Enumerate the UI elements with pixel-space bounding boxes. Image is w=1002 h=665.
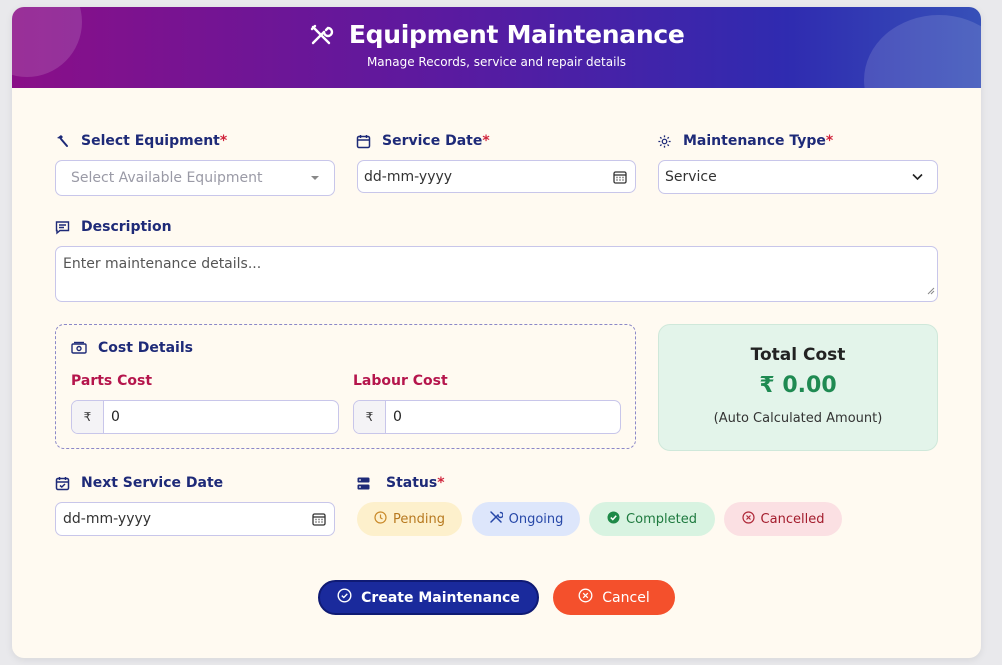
status-ongoing-label: Ongoing <box>508 511 564 527</box>
labour-cost-label: Labour Cost <box>353 373 448 389</box>
description-label-text: Description <box>81 219 172 235</box>
maintenance-form-card: Equipment Maintenance Manage Records, se… <box>12 7 981 658</box>
service-date-label: Service Date * <box>356 133 490 149</box>
page-title: Equipment Maintenance <box>12 20 981 49</box>
cost-details-title-text: Cost Details <box>98 340 193 356</box>
parts-cost-label: Parts Cost <box>71 373 153 389</box>
status-ongoing[interactable]: Ongoing <box>472 502 580 536</box>
required-mark: * <box>437 475 445 491</box>
status-completed[interactable]: Completed <box>589 502 715 536</box>
page-title-text: Equipment Maintenance <box>348 20 685 49</box>
hammer-icon <box>55 134 73 148</box>
next-service-date-input[interactable]: dd-mm-yyyy <box>55 502 335 536</box>
cancel-button[interactable]: Cancel <box>553 580 675 615</box>
equipment-select[interactable]: Select Available Equipment <box>55 160 335 196</box>
required-mark: * <box>219 133 228 149</box>
labour-cost-value: 0 <box>393 409 402 425</box>
currency-prefix: ₹ <box>354 401 386 433</box>
next-service-date-label: Next Service Date <box>55 475 223 491</box>
description-placeholder: Enter maintenance details... <box>63 256 262 272</box>
status-label-text: Status <box>386 475 438 491</box>
description-label: Description <box>55 219 172 235</box>
calendar-picker-icon[interactable] <box>312 512 326 526</box>
x-circle-icon <box>741 510 755 528</box>
next-service-date-label-text: Next Service Date <box>81 475 224 491</box>
calendar-icon <box>356 134 374 149</box>
caret-down-icon <box>310 175 320 181</box>
check-circle-icon <box>607 511 620 528</box>
cancel-label: Cancel <box>602 589 650 606</box>
total-cost-value: ₹ 0.00 <box>759 373 837 398</box>
maintenance-type-label: Maintenance Type * <box>657 133 833 149</box>
service-date-input[interactable]: dd-mm-yyyy <box>357 160 636 193</box>
required-mark: * <box>482 133 490 149</box>
calendar-picker-icon[interactable] <box>613 170 627 184</box>
total-cost-note: (Auto Calculated Amount) <box>713 411 883 426</box>
maintenance-type-select[interactable]: Service <box>658 160 938 194</box>
status-label: Status * <box>357 475 445 491</box>
cash-icon <box>71 341 89 355</box>
calendar-check-icon <box>55 476 73 491</box>
create-maintenance-button[interactable]: Create Maintenance <box>318 580 539 615</box>
total-cost-panel: Total Cost ₹ 0.00 (Auto Calculated Amoun… <box>658 324 938 451</box>
status-pending-label: Pending <box>393 511 445 527</box>
status-pending[interactable]: Pending <box>357 502 462 536</box>
clock-icon <box>374 510 387 528</box>
maintenance-type-value: Service <box>665 169 717 185</box>
form-header: Equipment Maintenance Manage Records, se… <box>12 7 981 88</box>
description-textarea[interactable]: Enter maintenance details... <box>55 246 938 302</box>
equipment-label-text: Select Equipment <box>81 133 220 149</box>
labour-cost-input[interactable]: ₹ 0 <box>353 400 621 434</box>
page-subtitle: Manage Records, service and repair detai… <box>366 55 627 69</box>
status-cancelled[interactable]: Cancelled <box>724 502 842 536</box>
equipment-label: Select Equipment * <box>55 133 227 149</box>
total-cost-title: Total Cost <box>750 345 846 365</box>
equipment-select-placeholder: Select Available Equipment <box>71 170 263 186</box>
resize-handle-icon[interactable] <box>927 283 935 299</box>
service-date-value: dd-mm-yyyy <box>364 168 453 185</box>
cost-details-panel: Cost Details Parts Cost Labour Cost ₹ 0 … <box>55 324 636 449</box>
parts-cost-value: 0 <box>111 409 120 425</box>
create-maintenance-label: Create Maintenance <box>361 589 520 606</box>
message-icon <box>55 220 73 235</box>
chevron-down-icon <box>912 173 923 181</box>
status-cancelled-label: Cancelled <box>760 511 825 527</box>
parts-cost-input[interactable]: ₹ 0 <box>71 400 339 434</box>
gear-icon <box>657 134 675 149</box>
status-completed-label: Completed <box>626 511 697 527</box>
cost-details-title: Cost Details <box>71 340 193 356</box>
required-mark: * <box>825 133 834 149</box>
maintenance-type-label-text: Maintenance Type <box>683 133 826 149</box>
x-circle-icon <box>578 588 593 607</box>
tools-icon <box>489 510 504 528</box>
next-service-date-value: dd-mm-yyyy <box>63 511 152 527</box>
server-icon <box>357 477 375 490</box>
service-date-label-text: Service Date <box>382 133 483 149</box>
check-circle-icon <box>337 588 352 607</box>
tools-icon <box>308 20 348 49</box>
currency-prefix: ₹ <box>72 401 104 433</box>
